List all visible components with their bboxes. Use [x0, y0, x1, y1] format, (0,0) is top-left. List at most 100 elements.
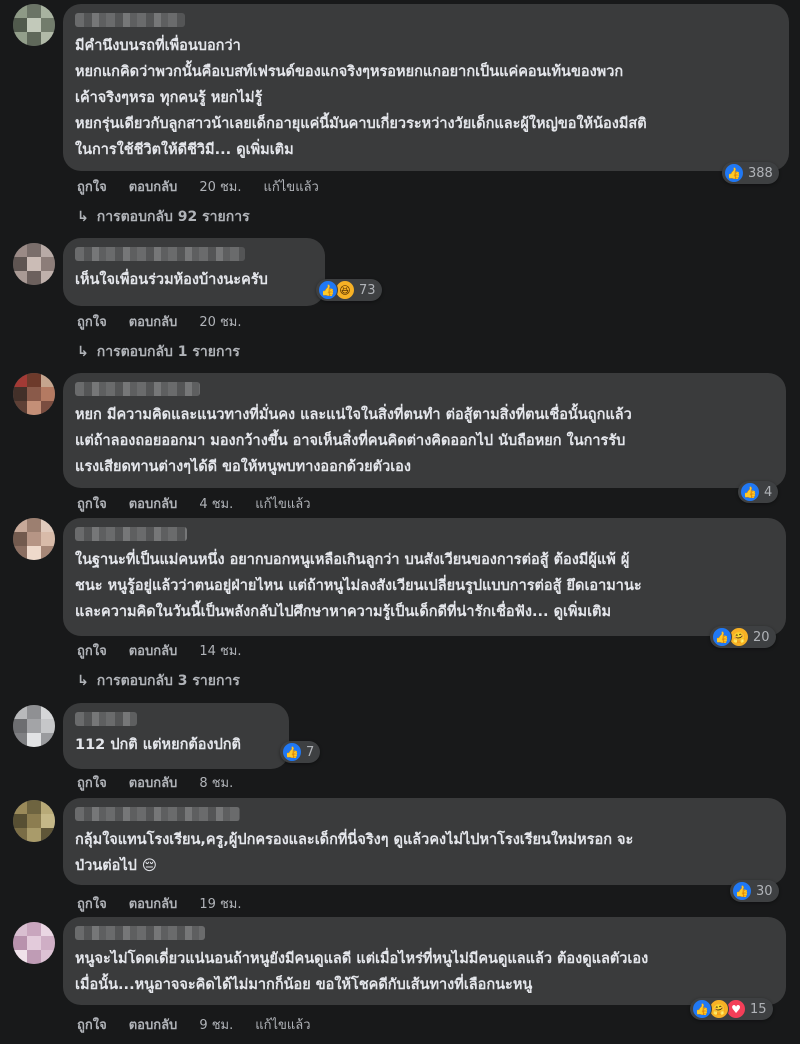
avatar[interactable]	[13, 705, 55, 747]
avatar-pixel	[13, 950, 27, 964]
author-name-blurred[interactable]	[75, 527, 187, 541]
comment-text: หยก มีความคิดและแนวทางที่มั่นคง และแน่ใจ…	[75, 402, 774, 480]
reaction-summary[interactable]: 👍 4	[738, 481, 779, 503]
comment-actions: ถูกใจ ตอบกลับ 20 ชม. แก้ไขแล้ว	[77, 176, 341, 197]
edited-label: แก้ไขแล้ว	[255, 497, 311, 512]
reaction-summary[interactable]: 👍 30	[730, 880, 779, 902]
avatar[interactable]	[13, 518, 55, 560]
comment-timestamp[interactable]: 14 ชม.	[199, 640, 241, 661]
author-name-blurred[interactable]	[75, 926, 205, 940]
avatar-pixel	[41, 32, 55, 46]
reply-button[interactable]: ตอบกลับ	[129, 772, 178, 793]
comment-text-line: ป่วนต่อไป 😔	[75, 853, 774, 879]
comment-timestamp[interactable]: 20 ชม.	[199, 311, 241, 332]
avatar-pixel	[13, 518, 27, 532]
avatar-pixel	[27, 4, 41, 18]
replies-count-label: การตอบกลับ 92 รายการ	[96, 209, 250, 225]
author-name-blurred[interactable]	[75, 382, 200, 396]
see-more-link[interactable]: ดูเพิ่มเติม	[236, 142, 293, 158]
avatar-pixel	[41, 387, 55, 401]
comment-text-line: ในการใช้ชีวิตให้ดีชีวิมี... ดูเพิ่มเติม	[75, 137, 777, 163]
view-replies-link[interactable]: ↳ การตอบกลับ 1 รายการ	[77, 341, 240, 363]
comment-actions: ถูกใจ ตอบกลับ 9 ชม. แก้ไขแล้ว	[77, 1014, 333, 1035]
avatar[interactable]	[13, 800, 55, 842]
avatar-pixel	[41, 18, 55, 32]
avatar-pixel	[13, 733, 27, 747]
comment-bubble: มีคำนึงบนรถที่เพื่อนบอกว่าหยกแกคิดว่าพวก…	[63, 4, 789, 171]
comment-timestamp[interactable]: 4 ชม.	[199, 493, 233, 514]
avatar-pixel	[13, 922, 27, 936]
avatar-pixel	[13, 243, 27, 257]
avatar-pixel	[13, 401, 27, 415]
avatar-pixel	[41, 719, 55, 733]
reply-button[interactable]: ตอบกลับ	[129, 311, 178, 332]
see-more-link[interactable]: ดูเพิ่มเติม	[554, 604, 611, 620]
avatar-pixel	[13, 705, 27, 719]
reply-arrow-icon: ↳	[77, 344, 89, 360]
replies-count-label: การตอบกลับ 1 รายการ	[96, 344, 240, 360]
comment-text-line: กลุ้มใจแทนโรงเรียน,ครู,ผู้ปกครองและเด็กท…	[75, 827, 774, 853]
comment-text-line: มีคำนึงบนรถที่เพื่อนบอกว่า	[75, 33, 777, 59]
reply-button[interactable]: ตอบกลับ	[129, 1014, 178, 1035]
avatar[interactable]	[13, 243, 55, 285]
care-reaction-icon: 🤗	[709, 999, 729, 1019]
author-name-blurred[interactable]	[75, 712, 137, 726]
comment-timestamp[interactable]: 9 ชม.	[199, 1014, 233, 1035]
reaction-summary[interactable]: 👍 🤗 20	[710, 626, 776, 648]
avatar[interactable]	[13, 373, 55, 415]
reply-button[interactable]: ตอบกลับ	[129, 640, 178, 661]
comment-text: เห็นใจเพื่อนร่วมห้องบ้างนะครับ	[75, 267, 313, 293]
comment-timestamp[interactable]: 20 ชม.	[199, 176, 241, 197]
comment-line-text: ชนะ หนูรู้อยู่แล้วว่าตนอยู่ฝ่ายไหน แต่ถ้…	[75, 578, 642, 594]
avatar[interactable]	[13, 4, 55, 46]
like-reaction-icon: 👍	[732, 881, 752, 901]
comment-text: กลุ้มใจแทนโรงเรียน,ครู,ผู้ปกครองและเด็กท…	[75, 827, 774, 879]
like-button[interactable]: ถูกใจ	[77, 772, 107, 793]
reaction-count: 30	[756, 883, 773, 899]
avatar-pixel	[13, 719, 27, 733]
avatar-pixel	[27, 243, 41, 257]
like-button[interactable]: ถูกใจ	[77, 176, 107, 197]
like-button[interactable]: ถูกใจ	[77, 640, 107, 661]
like-button[interactable]: ถูกใจ	[77, 493, 107, 514]
comment-actions: ถูกใจ ตอบกลับ 14 ชม.	[77, 640, 264, 661]
comment-line-text: หยกแกคิดว่าพวกนั้นคือเบสท์เฟรนด์ของแกจริ…	[75, 64, 624, 80]
avatar-pixel	[27, 257, 41, 271]
avatar-pixel	[41, 257, 55, 271]
avatar-pixel	[13, 4, 27, 18]
avatar-pixel	[27, 32, 41, 46]
like-reaction-icon: 👍	[740, 482, 760, 502]
reaction-summary[interactable]: 👍 😆 73	[316, 279, 382, 301]
avatar-pixel	[41, 814, 55, 828]
view-replies-link[interactable]: ↳ การตอบกลับ 92 รายการ	[77, 206, 250, 228]
reply-arrow-icon: ↳	[77, 673, 89, 689]
comment-actions: ถูกใจ ตอบกลับ 19 ชม.	[77, 893, 264, 914]
reaction-summary[interactable]: 👍 388	[722, 162, 779, 184]
comment-timestamp[interactable]: 8 ชม.	[199, 772, 233, 793]
like-button[interactable]: ถูกใจ	[77, 311, 107, 332]
comment-text: ในฐานะที่เป็นแม่คนหนึ่ง อยากบอกหนูเหลือเ…	[75, 547, 774, 625]
reaction-summary[interactable]: 👍 7	[280, 741, 321, 763]
author-name-blurred[interactable]	[75, 247, 245, 261]
author-name-blurred[interactable]	[75, 807, 240, 821]
reaction-summary[interactable]: 👍 🤗 ♥ 15	[690, 998, 773, 1020]
comment-text-line: หยกรุ่นเดียวกับลูกสาวน้าเลยเด็กอายุแค่นี…	[75, 111, 777, 137]
comment-line-text: ป่วนต่อไป 😔	[75, 858, 158, 874]
reply-button[interactable]: ตอบกลับ	[129, 493, 178, 514]
author-name-blurred[interactable]	[75, 13, 185, 27]
avatar-pixel	[27, 719, 41, 733]
avatar-pixel	[13, 546, 27, 560]
reply-button[interactable]: ตอบกลับ	[129, 893, 178, 914]
view-replies-link[interactable]: ↳ การตอบกลับ 3 รายการ	[77, 670, 240, 692]
haha-reaction-icon: 😆	[335, 280, 355, 300]
avatar-pixel	[27, 387, 41, 401]
comment-text-line: แรงเสียดทานต่างๆได้ดี ขอให้หนูพบทางออกด้…	[75, 454, 774, 480]
comment-bubble: กลุ้มใจแทนโรงเรียน,ครู,ผู้ปกครองและเด็กท…	[63, 798, 786, 885]
comment-timestamp[interactable]: 19 ชม.	[199, 893, 241, 914]
avatar-pixel	[27, 800, 41, 814]
like-button[interactable]: ถูกใจ	[77, 893, 107, 914]
avatar[interactable]	[13, 922, 55, 964]
avatar-pixel	[13, 532, 27, 546]
like-button[interactable]: ถูกใจ	[77, 1014, 107, 1035]
reply-button[interactable]: ตอบกลับ	[129, 176, 178, 197]
